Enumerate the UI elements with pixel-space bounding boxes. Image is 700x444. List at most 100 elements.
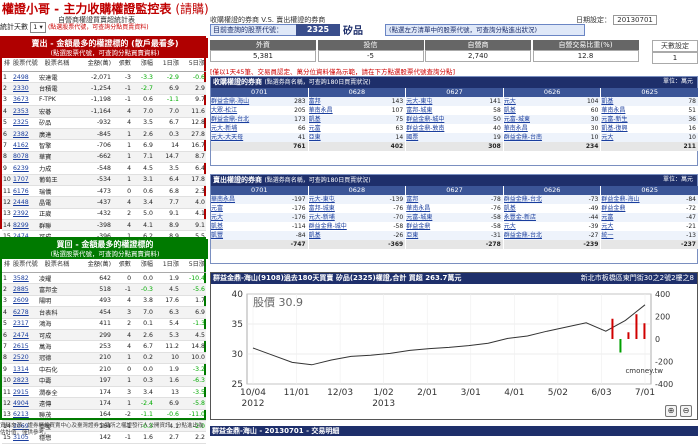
broker-row[interactable]: 凱基 -26 — [308, 231, 406, 240]
broker-row[interactable]: 群益金鼎-海山 283 — [211, 97, 308, 106]
broker-name-link[interactable]: 富邦-城東 — [406, 107, 432, 114]
broker-row[interactable]: 元大 -39 — [503, 222, 601, 231]
broker-name-link[interactable]: 元大 — [211, 214, 223, 221]
stock-code-link[interactable]: 8078 — [12, 151, 38, 164]
broker-row[interactable]: 群益金鼎-台北 173 — [211, 115, 308, 124]
stock-code-link[interactable]: 2392 — [12, 208, 38, 221]
broker-row[interactable]: 群益金鼎-台南 10 — [503, 133, 601, 142]
broker-row[interactable]: 凱基 60 — [503, 106, 601, 115]
broker-name-link[interactable]: 元富 — [601, 214, 613, 221]
broker-name-link[interactable]: 元大 — [601, 134, 613, 141]
broker-row[interactable]: 群益金鼎-台北 -73 — [503, 195, 601, 204]
broker-row[interactable]: 富邦 -78 — [406, 195, 503, 204]
stock-code-link[interactable]: 2330 — [12, 82, 38, 95]
table-row[interactable]: 2 2330 台積電 -1,254 -1 -2.7 6.9 2.9 — [2, 82, 206, 95]
table-row[interactable]: 3 2609 陽明 493 4 3.8 17.6 1.7 — [2, 295, 206, 308]
broker-row[interactable]: 凱基 -114 — [211, 222, 308, 231]
broker-name-link[interactable]: 群益金鼎-台南 — [504, 134, 542, 141]
stock-code-input[interactable]: 2325 — [296, 24, 340, 36]
days-select[interactable]: 1 ▾ — [30, 22, 46, 33]
broker-name-link[interactable]: 元富-新生 — [601, 116, 627, 123]
table-row[interactable]: 11 6176 瑞儀 -473 0 0.6 6.8 2.3 — [2, 185, 206, 198]
table-row[interactable]: 3 3673 F-TPK -1,198 -1 0.6 -1.1 9.7 — [2, 94, 206, 107]
table-row[interactable]: 10 2823 中壽 197 1 0.3 1.6 -6.3 — [2, 375, 206, 387]
table-row[interactable]: 7 2615 萬海 253 4 6.7 11.2 14.8 — [2, 340, 206, 353]
stock-code-link[interactable]: 4904 — [12, 397, 38, 410]
broker-name-link[interactable]: 凱基 — [309, 232, 321, 239]
table-row[interactable]: 4 6278 台表科 454 3 7.0 6.3 6.9 — [2, 306, 206, 319]
broker-name-link[interactable]: 凱基 — [309, 116, 321, 123]
table-row[interactable]: 7 4162 智擎 -706 1 6.9 14 16.7 — [2, 139, 206, 152]
broker-row[interactable]: 統一 -13 — [601, 231, 698, 240]
broker-name-link[interactable]: 元大-東屯 — [309, 196, 335, 203]
broker-row[interactable]: 華南永昌 30 — [503, 124, 601, 133]
table-row[interactable]: 12 4904 遠傳 174 1 -2.4 6.9 -5.8 — [2, 397, 206, 410]
table-row[interactable]: 6 2382 廣達 -845 1 2.6 0.3 27.8 — [2, 128, 206, 141]
stock-code-link[interactable]: 2498 — [12, 71, 38, 84]
stock-code-link[interactable]: 3673 — [12, 94, 38, 107]
broker-name-link[interactable]: 群益金鼎 — [601, 205, 625, 212]
broker-row[interactable]: 元富 -176 — [211, 204, 308, 213]
stock-code-link[interactable]: 2615 — [12, 340, 38, 353]
broker-name-link[interactable]: 元富 — [309, 125, 321, 132]
table-row[interactable]: 5 2317 鴻海 411 2 0.1 5.4 -1.3 — [2, 318, 206, 330]
broker-name-link[interactable]: 群益金鼎-台北 — [211, 116, 249, 123]
broker-name-link[interactable]: 凱基 — [211, 223, 223, 230]
broker-row[interactable]: 元富-城東 30 — [503, 115, 601, 124]
table-row[interactable]: 13 6213 聯茂 164 -2 -1.1 -0.6 -11.0 — [2, 409, 206, 422]
table-row[interactable]: 8 8078 華寶 -662 1 7.1 14.7 8.7 — [2, 151, 206, 164]
broker-name-link[interactable]: 富邦 — [406, 196, 418, 203]
broker-name-link[interactable]: 群益金鼎-敦南 — [406, 125, 444, 132]
broker-row[interactable]: 群益金鼎-城中 50 — [406, 115, 503, 124]
broker-name-link[interactable]: 群益金鼎 — [406, 223, 430, 230]
broker-name-link[interactable]: 元大-東屯 — [406, 98, 432, 105]
broker-name-link[interactable]: 華南永昌 — [406, 205, 430, 212]
table-row[interactable]: 13 2392 正崴 -432 2 5.0 9.1 4.1 — [2, 208, 206, 221]
broker-name-link[interactable]: 元大 — [601, 223, 613, 230]
broker-row[interactable]: 華南永昌 51 — [601, 106, 698, 115]
broker-name-link[interactable]: 群益金鼎-城中 — [309, 223, 347, 230]
stock-code-link[interactable]: 2609 — [12, 295, 38, 308]
stock-code-link[interactable]: 2915 — [12, 386, 38, 399]
broker-row[interactable]: 群益金鼎-敦南 40 — [406, 124, 503, 133]
stock-code-link[interactable]: 2474 — [12, 329, 38, 342]
broker-row[interactable]: 群益金鼎 -58 — [406, 222, 503, 231]
table-row[interactable]: 1 2498 宏達電 -2,071 -3 -3.3 -2.9 -0.6 — [2, 71, 206, 84]
broker-name-link[interactable]: 元大-新埔 — [309, 214, 335, 221]
table-row[interactable]: 6 2474 可成 299 4 2.6 5.3 4.5 — [2, 329, 206, 342]
broker-row[interactable]: 華南永昌 -197 — [211, 195, 308, 204]
broker-row[interactable]: 元大 104 — [503, 97, 601, 106]
broker-row[interactable]: 凱基 78 — [601, 97, 698, 106]
broker-row[interactable]: 富邦-城東 58 — [406, 106, 503, 115]
broker-name-link[interactable]: 元大 — [504, 223, 516, 230]
stock-code-link[interactable]: 6213 — [12, 409, 38, 422]
broker-row[interactable]: 群益金鼎-台北 -27 — [503, 231, 601, 240]
broker-name-link[interactable]: 群益金鼎-海山 — [211, 98, 249, 105]
broker-row[interactable]: 元富-新生 36 — [601, 115, 698, 124]
broker-name-link[interactable]: 群益金鼎-城中 — [406, 116, 444, 123]
broker-name-link[interactable]: 亞東 — [309, 134, 321, 141]
broker-name-link[interactable]: 元富 — [211, 205, 223, 212]
broker-name-link[interactable]: 華南永昌 — [601, 107, 625, 114]
broker-name-link[interactable]: 華南永昌 — [504, 125, 528, 132]
broker-name-link[interactable]: 元富-城東 — [406, 214, 432, 221]
broker-name-link[interactable]: 華南永昌 — [309, 107, 333, 114]
table-row[interactable]: 12 2448 晶電 -437 4 3.4 7.7 4.0 — [2, 196, 206, 209]
days-setting-input[interactable]: 1 — [652, 52, 698, 64]
broker-row[interactable]: 凱基 75 — [308, 115, 406, 124]
broker-row[interactable]: 凱基-復興 16 — [601, 124, 698, 133]
table-row[interactable]: 10 1707 葡萄王 -534 1 3.1 6.4 17.8 — [2, 174, 206, 186]
broker-row[interactable]: 富邦 143 — [308, 97, 406, 106]
broker-row[interactable]: 國票 19 — [406, 133, 503, 142]
stock-code-link[interactable]: 2823 — [12, 375, 38, 387]
broker-name-link[interactable]: 凱基-復興 — [601, 125, 627, 132]
broker-row[interactable]: 元富 -47 — [601, 213, 698, 222]
table-row[interactable]: 14 8299 群聯 -398 4 4.1 8.9 9.1 — [2, 219, 206, 232]
broker-name-link[interactable]: 國票 — [406, 134, 418, 141]
stock-code-link[interactable]: 4162 — [12, 139, 38, 152]
broker-name-link[interactable]: 元大 — [504, 98, 516, 105]
table-row[interactable]: 5 2325 矽品 -932 4 3.5 6.7 12.8 — [2, 117, 206, 129]
stock-code-link[interactable]: 2520 — [12, 352, 38, 365]
stock-code-link[interactable]: 1314 — [12, 363, 38, 376]
stock-code-link[interactable]: 2317 — [12, 318, 38, 330]
